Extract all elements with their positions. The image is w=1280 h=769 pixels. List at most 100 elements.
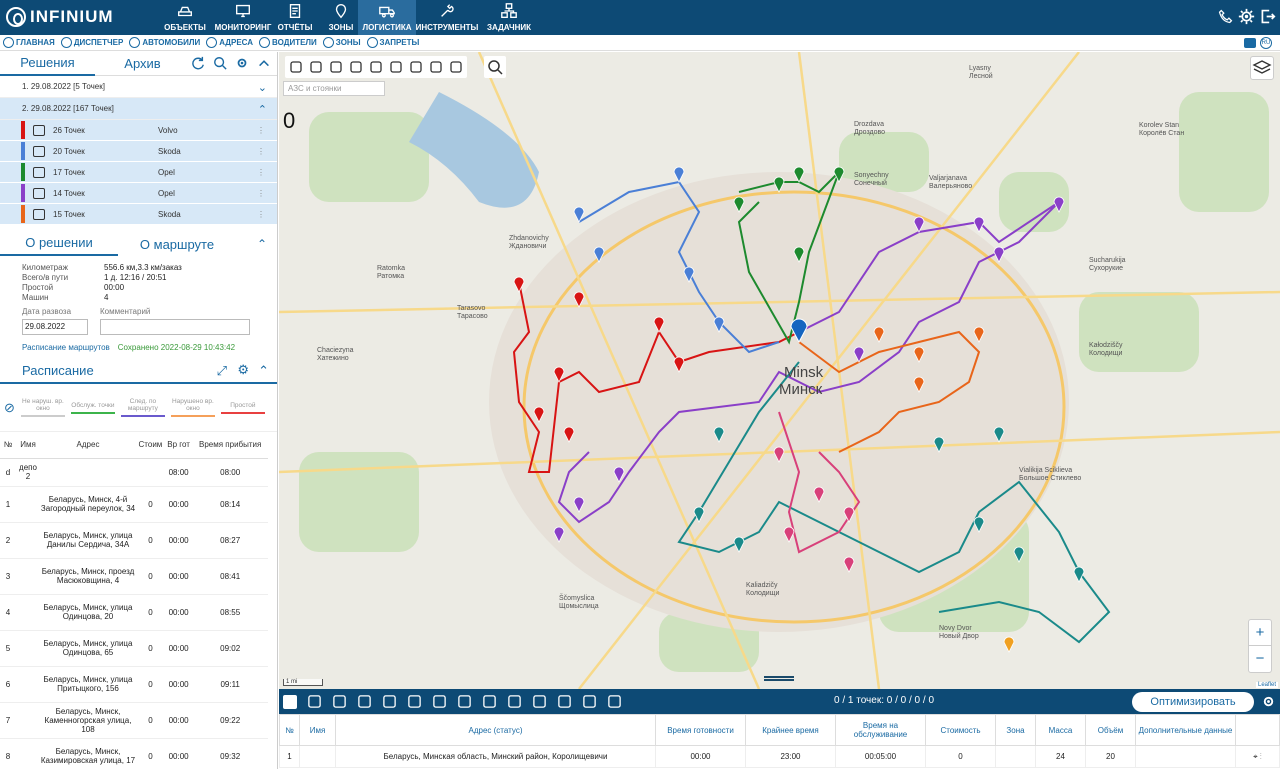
column-header[interactable]: Имя: [299, 714, 336, 746]
lock-icon[interactable]: [33, 208, 45, 220]
pin-icon[interactable]: [329, 60, 343, 74]
tab-report[interactable]: ОТЧЁТЫ: [274, 0, 316, 35]
column-header[interactable]: Дополнительные данные: [1135, 714, 1236, 746]
date-field[interactable]: 29.08.2022: [22, 319, 88, 335]
table-row[interactable]: 6 Беларусь, Минск, улица Притыцкого, 156 0…: [0, 666, 268, 703]
lock-icon[interactable]: [33, 166, 45, 178]
solution-item-selected[interactable]: 2. 29.08.2022 [167 Точек] ⌃: [0, 98, 277, 120]
tab-tasks[interactable]: ЗАДАЧНИК: [480, 0, 538, 35]
search-icon[interactable]: [213, 56, 227, 70]
language-icon[interactable]: RU: [1260, 37, 1272, 49]
vehicle-route-item[interactable]: 15 Точек Skoda ⋮: [0, 204, 277, 225]
trash-icon[interactable]: [289, 60, 303, 74]
column-header[interactable]: Адрес (статус): [335, 714, 656, 746]
table-row[interactable]: d депо 2 08:00 08:00: [0, 458, 268, 487]
column-header[interactable]: Масса: [1035, 714, 1086, 746]
column-header[interactable]: №: [0, 432, 16, 459]
subnav-item[interactable]: АДРЕСА: [206, 37, 253, 48]
collapse-icon[interactable]: ⌃: [258, 363, 269, 379]
add-zone-icon[interactable]: [507, 694, 522, 709]
tab-about-route[interactable]: О маршруте: [118, 237, 236, 252]
vehicle-route-item[interactable]: 14 Точек Opel ⋮: [0, 183, 277, 204]
column-header[interactable]: Адрес: [40, 432, 136, 459]
more-icon[interactable]: ⋮: [257, 189, 265, 198]
hide-icon[interactable]: ⊘: [4, 400, 15, 416]
plus-icon[interactable]: [607, 694, 622, 709]
map-icon[interactable]: [389, 60, 403, 74]
column-header[interactable]: Зона: [995, 714, 1036, 746]
gear-icon[interactable]: [1261, 694, 1276, 709]
subnav-item[interactable]: ГЛАВНАЯ: [3, 37, 55, 48]
column-header[interactable]: Стоим: [136, 432, 165, 459]
more-icon[interactable]: ⋮: [257, 147, 265, 156]
tab-wrench[interactable]: ИНСТРУМЕНТЫ: [412, 0, 482, 35]
locate-icon[interactable]: [409, 60, 423, 74]
zoom-out-button[interactable]: −: [1249, 646, 1271, 672]
subnav-item[interactable]: ДИСПЕТЧЕР: [60, 37, 123, 48]
more-icon[interactable]: ⋮: [1258, 752, 1262, 761]
download-icon[interactable]: [582, 694, 597, 709]
subnav-item[interactable]: АВТОМОБИЛИ: [129, 37, 200, 48]
tab-pin[interactable]: ЗОНЫ: [322, 0, 360, 35]
fuel-icon[interactable]: [429, 60, 443, 74]
table-row[interactable]: 8 Беларусь, Минск, Казимировская улица, 1…: [0, 738, 268, 769]
column-header[interactable]: Крайнее время: [745, 714, 836, 746]
import-icon[interactable]: [457, 694, 472, 709]
table-row[interactable]: 2 Беларусь, Минск, улица Данилы Сердича, …: [0, 522, 268, 559]
column-header[interactable]: №: [279, 714, 300, 746]
camera-icon[interactable]: [349, 60, 363, 74]
expand-icon[interactable]: [369, 60, 383, 74]
table-icon[interactable]: [432, 694, 447, 709]
archive-icon[interactable]: [482, 694, 497, 709]
refresh-icon[interactable]: [382, 694, 397, 709]
more-icon[interactable]: ⋮: [257, 168, 265, 177]
table-row[interactable]: 1 Беларусь, Минская область, Минский райо…: [279, 745, 1280, 768]
table-row[interactable]: 4 Беларусь, Минск, улица Одинцова, 20 0 00:…: [0, 594, 268, 631]
chat-icon[interactable]: [1244, 38, 1256, 48]
map[interactable]: Minsk Минск Zhdanovichy Ждановичи Ratomka Рат…: [279, 52, 1280, 689]
table-row[interactable]: 5 Беларусь, Минск, улица Одинцова, 65 0 00:…: [0, 630, 268, 667]
tab-archive[interactable]: Архив: [95, 56, 190, 71]
trash-icon[interactable]: [357, 694, 372, 709]
subnav-item[interactable]: ЗАПРЕТЫ: [366, 37, 419, 48]
gear-icon[interactable]: [1238, 8, 1255, 25]
tab-solutions[interactable]: Решения: [0, 52, 95, 76]
table-row[interactable]: 1 Беларусь, Минск, 4-й Загородный переуло…: [0, 486, 268, 523]
select-all-checkbox[interactable]: [283, 694, 297, 709]
map-canvas[interactable]: MinskМинск Zhdanovichy Ждановичи Ratomka Рат…: [279, 52, 1280, 689]
column-header[interactable]: Время на обслуживание: [835, 714, 926, 746]
app-logo[interactable]: INFINIUM: [6, 7, 114, 27]
tab-monitor[interactable]: МОНИТОРИНГ: [213, 0, 273, 35]
more-icon[interactable]: ⋮: [257, 126, 265, 135]
pin-icon[interactable]: [557, 694, 572, 709]
ruler-icon[interactable]: [309, 60, 323, 74]
comment-field[interactable]: [100, 319, 250, 335]
hand-icon[interactable]: [449, 60, 463, 74]
more-icon[interactable]: ⋮: [257, 210, 265, 219]
vehicle-route-item[interactable]: 17 Точек Opel ⋮: [0, 162, 277, 183]
gear-icon[interactable]: ⚙: [237, 362, 249, 378]
zoom-in-button[interactable]: +: [1249, 620, 1271, 646]
solution-item[interactable]: 1. 29.08.2022 [5 Точек] ⌄: [0, 76, 277, 98]
layers-button[interactable]: [1250, 56, 1274, 80]
tab-car[interactable]: ОБЪЕКТЫ: [160, 0, 210, 35]
refresh-icon[interactable]: [191, 56, 205, 70]
phone-icon[interactable]: [1217, 8, 1234, 25]
table-row[interactable]: 7 Беларусь, Минск, Каменногорская улица, …: [0, 702, 268, 739]
resize-handle[interactable]: [764, 676, 794, 681]
table-row[interactable]: 3 Беларусь, Минск, проезд Масюковщина, 40…: [0, 558, 268, 595]
optimize-button[interactable]: Оптимизировать: [1132, 692, 1254, 712]
column-header[interactable]: Имя: [16, 432, 40, 459]
chevron-up-icon[interactable]: ⌃: [258, 103, 267, 116]
tab-truck[interactable]: ЛОГИСТИКА: [358, 0, 416, 35]
vehicle-route-item[interactable]: 26 Точек Volvo ⋮: [0, 120, 277, 141]
column-header[interactable]: Стоимость: [925, 714, 996, 746]
column-header[interactable]: Вр гот: [164, 432, 193, 459]
lock-icon[interactable]: [33, 145, 45, 157]
schedule-link[interactable]: Расписание маршрутов: [22, 343, 110, 352]
map-search-button[interactable]: [484, 56, 506, 78]
tab-about-solution[interactable]: О решении: [0, 232, 118, 256]
lock-icon[interactable]: [33, 124, 45, 136]
collapse-icon[interactable]: [257, 56, 271, 70]
map-attribution[interactable]: Leaflet: [1255, 682, 1278, 688]
